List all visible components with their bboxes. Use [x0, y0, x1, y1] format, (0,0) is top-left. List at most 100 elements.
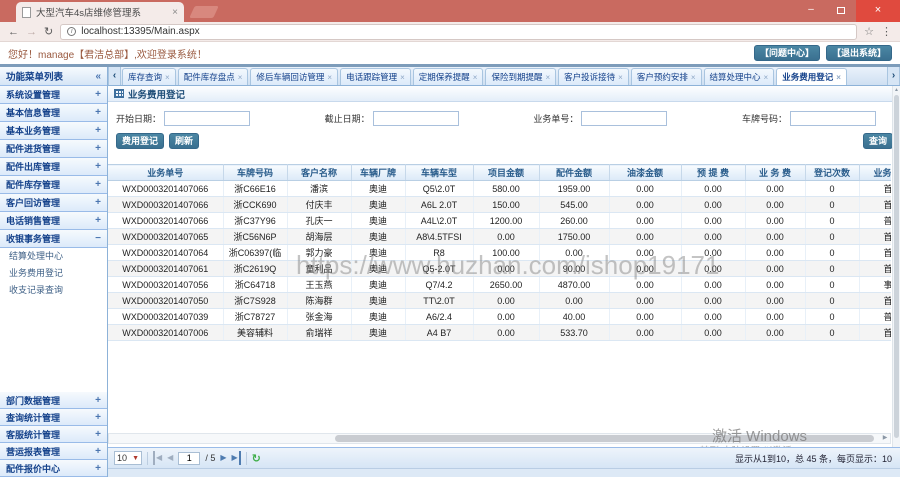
- column-header-车辆车型[interactable]: 车辆车型: [405, 165, 473, 181]
- bookmark-star-icon[interactable]: ☆: [864, 25, 874, 38]
- sidebar-item-业务费用登记[interactable]: 业务费用登记: [0, 265, 107, 282]
- last-page-icon[interactable]: ▶: [231, 451, 240, 465]
- browser-menu-icon[interactable]: ⋮: [881, 25, 892, 38]
- maximize-button[interactable]: [826, 0, 856, 22]
- new-tab-button[interactable]: [189, 6, 219, 18]
- table-row[interactable]: WXD0003201407039浙C78727张金海奥迪A6/2.40.0040…: [108, 309, 891, 325]
- table-row[interactable]: WXD0003201407066浙C66E16潘滨奥迪Q5\2.0T580.00…: [108, 181, 891, 197]
- page-size-select[interactable]: 10 ▼: [114, 451, 142, 465]
- sidebar-group-系统设置管理[interactable]: 系统设置管理+: [0, 86, 107, 104]
- tab-close-icon[interactable]: ×: [172, 7, 178, 18]
- tab-close-icon[interactable]: ×: [473, 73, 478, 82]
- tab-保险到期提醒[interactable]: 保险到期提醒×: [485, 68, 556, 85]
- end-date-input[interactable]: [373, 111, 459, 126]
- tab-close-icon[interactable]: ×: [165, 73, 170, 82]
- table-row[interactable]: WXD0003201407066浙CCK690付庆丰奥迪A6L 2.0T150.…: [108, 197, 891, 213]
- next-page-icon[interactable]: ▶: [220, 451, 226, 465]
- sidebar-group-收银事务管理[interactable]: 收银事务管理−: [0, 230, 107, 248]
- sidebar-group-配件报价中心[interactable]: 配件报价中心+: [0, 460, 107, 477]
- column-header-客户名称[interactable]: 客户名称: [287, 165, 351, 181]
- table-row[interactable]: WXD0003201407066浙C37Y96孔庆一奥迪A4L\2.0T1200…: [108, 213, 891, 229]
- pager-refresh-icon[interactable]: ↻: [252, 452, 261, 465]
- vscroll-up-icon[interactable]: ▲: [893, 86, 900, 94]
- first-page-icon[interactable]: ◀: [153, 451, 162, 465]
- tab-close-icon[interactable]: ×: [238, 73, 243, 82]
- url-bar[interactable]: i localhost:13395/Main.aspx: [60, 24, 857, 40]
- back-icon[interactable]: ←: [8, 23, 19, 41]
- order-no-input[interactable]: [581, 111, 667, 126]
- problem-center-button[interactable]: 【问题中心】: [754, 45, 820, 61]
- sidebar-group-配件进货管理[interactable]: 配件进货管理+: [0, 140, 107, 158]
- minimize-button[interactable]: –: [796, 0, 826, 22]
- sidebar-item-收支记录查询[interactable]: 收支记录查询: [0, 282, 107, 299]
- hscroll-right-icon[interactable]: ▶: [880, 434, 890, 443]
- group-label: 电话销售管理: [6, 214, 60, 227]
- info-icon[interactable]: i: [67, 27, 76, 36]
- sidebar-collapse-icon[interactable]: «: [95, 71, 101, 82]
- group-toggle-icon: +: [95, 429, 101, 440]
- column-header-车牌号码[interactable]: 车牌号码: [223, 165, 287, 181]
- tab-close-icon[interactable]: ×: [836, 73, 841, 82]
- tab-scroll-left-icon[interactable]: ‹: [108, 67, 121, 85]
- sidebar-group-配件库存管理[interactable]: 配件库存管理+: [0, 176, 107, 194]
- logout-button[interactable]: 【退出系统】: [826, 45, 892, 61]
- tab-客户预约安排[interactable]: 客户预约安排×: [631, 68, 702, 85]
- sidebar-group-客服统计管理[interactable]: 客服统计管理+: [0, 426, 107, 443]
- column-header-登记次数[interactable]: 登记次数: [805, 165, 859, 181]
- column-header-项目金额[interactable]: 项目金额: [473, 165, 539, 181]
- tab-库存查询[interactable]: 库存查询×: [122, 68, 176, 85]
- sidebar-group-电话销售管理[interactable]: 电话销售管理+: [0, 212, 107, 230]
- grid-cell: 张金海: [287, 309, 351, 325]
- sidebar-group-基本信息管理[interactable]: 基本信息管理+: [0, 104, 107, 122]
- column-header-业 务 费[interactable]: 业 务 费: [745, 165, 805, 181]
- sidebar-group-配件出库管理[interactable]: 配件出库管理+: [0, 158, 107, 176]
- sidebar-group-营运报表管理[interactable]: 营运报表管理+: [0, 443, 107, 460]
- start-date-input[interactable]: [164, 111, 250, 126]
- prev-page-icon[interactable]: ◀: [167, 451, 173, 465]
- tab-配件库存盘点[interactable]: 配件库存盘点×: [178, 68, 249, 85]
- table-row[interactable]: WXD0003201407050浙C7S928陈海群奥迪TT\2.0T0.000…: [108, 293, 891, 309]
- sidebar-item-结算处理中心[interactable]: 结算处理中心: [0, 248, 107, 265]
- reload-icon[interactable]: ↻: [44, 23, 53, 41]
- column-header-预 提 费[interactable]: 预 提 费: [681, 165, 745, 181]
- tab-客户投诉接待[interactable]: 客户投诉接待×: [558, 68, 629, 85]
- grid-cell: 浙C64718: [223, 277, 287, 293]
- page-number-input[interactable]: [178, 452, 200, 465]
- search-button[interactable]: 查询: [863, 133, 893, 149]
- grid-cell: 首保: [859, 181, 891, 197]
- grid-cell: 浙C78727: [223, 309, 287, 325]
- close-button[interactable]: ×: [856, 0, 900, 22]
- sidebar-group-基本业务管理[interactable]: 基本业务管理+: [0, 122, 107, 140]
- vertical-scrollbar[interactable]: ▲: [892, 86, 900, 447]
- tab-close-icon[interactable]: ×: [545, 73, 550, 82]
- vscroll-thumb[interactable]: [894, 95, 899, 438]
- tab-close-icon[interactable]: ×: [400, 73, 405, 82]
- table-row[interactable]: WXD0003201407006美容辅料俞瑞祥奥迪A4 B70.00533.70…: [108, 325, 891, 341]
- tab-scroll-right-icon[interactable]: ›: [887, 67, 900, 85]
- column-header-业务类别[interactable]: 业务类别: [859, 165, 891, 181]
- column-header-配件金额[interactable]: 配件金额: [539, 165, 609, 181]
- tab-close-icon[interactable]: ×: [691, 73, 696, 82]
- grid-cell: 0: [805, 325, 859, 341]
- table-row[interactable]: WXD0003201407065浙C56N6P胡海层奥迪A8\4.5TFSI0.…: [108, 229, 891, 245]
- column-header-车辆厂牌[interactable]: 车辆厂牌: [351, 165, 405, 181]
- tab-close-icon[interactable]: ×: [764, 73, 769, 82]
- tab-电话跟踪管理[interactable]: 电话跟踪管理×: [340, 68, 411, 85]
- sidebar-group-客户回访管理[interactable]: 客户回访管理+: [0, 194, 107, 212]
- sidebar-group-查询统计管理[interactable]: 查询统计管理+: [0, 409, 107, 426]
- grid-cell: 0.00: [745, 261, 805, 277]
- tab-业务费用登记[interactable]: 业务费用登记×: [776, 68, 847, 85]
- sidebar-group-部门数据管理[interactable]: 部门数据管理+: [0, 392, 107, 409]
- tab-定期保养提醒[interactable]: 定期保养提醒×: [413, 68, 484, 85]
- browser-tab[interactable]: 大型汽车4s店维修管理系 ×: [16, 2, 184, 22]
- plate-no-input[interactable]: [790, 111, 876, 126]
- column-header-业务单号[interactable]: 业务单号: [108, 165, 223, 181]
- tab-结算处理中心[interactable]: 结算处理中心×: [704, 68, 775, 85]
- tab-修后车辆回访管理[interactable]: 修后车辆回访管理×: [250, 68, 338, 85]
- column-header-油漆金额[interactable]: 油漆金额: [609, 165, 681, 181]
- tab-close-icon[interactable]: ×: [618, 73, 623, 82]
- tab-close-icon[interactable]: ×: [327, 73, 332, 82]
- fee-register-button[interactable]: 费用登记: [116, 133, 164, 149]
- refresh-button[interactable]: 刷新: [169, 133, 199, 149]
- forward-icon[interactable]: →: [26, 23, 37, 41]
